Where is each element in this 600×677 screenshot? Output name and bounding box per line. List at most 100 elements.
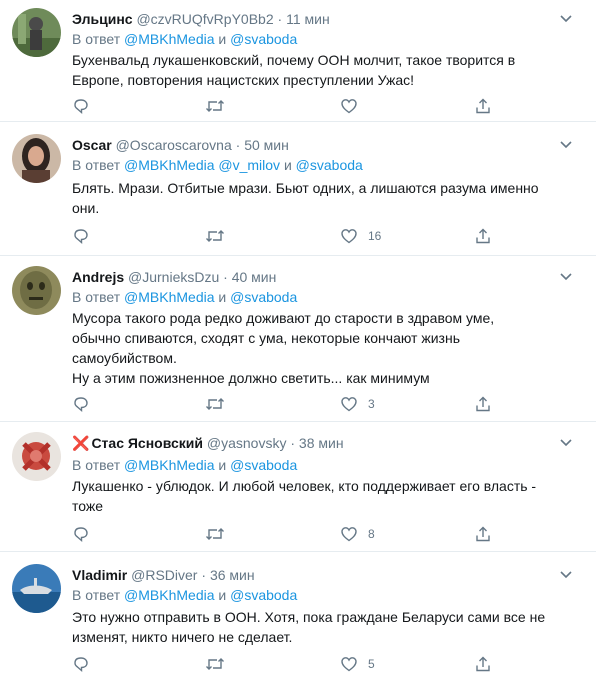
- tweet[interactable]: Эльцинс @czvRUQfvRpY0Bb2 · 11 мин В отве…: [0, 0, 596, 122]
- reply-prefix: В ответ: [72, 457, 121, 473]
- mention-link[interactable]: @MBKhMedia: [124, 157, 214, 173]
- timestamp[interactable]: 50 мин: [244, 137, 289, 153]
- timestamp[interactable]: 40 мин: [232, 269, 277, 285]
- reply-button[interactable]: [72, 226, 90, 246]
- retweet-button[interactable]: [205, 524, 225, 544]
- chevron-down-icon[interactable]: [558, 435, 574, 451]
- tweet[interactable]: Oscar @Oscaroscarovna · 50 мин В ответ @…: [0, 122, 596, 256]
- like-count: 16: [368, 229, 382, 243]
- timestamp[interactable]: 38 мин: [299, 435, 344, 451]
- tweet-header: ❌ Стас Ясновский @yasnovsky · 38 мин: [72, 434, 596, 452]
- chevron-down-icon[interactable]: [558, 11, 574, 27]
- user-name[interactable]: Стас Ясновский: [91, 435, 203, 451]
- share-icon: [476, 396, 490, 412]
- tweet-feed: Эльцинс @czvRUQfvRpY0Bb2 · 11 мин В отве…: [0, 0, 600, 677]
- retweet-icon: [206, 528, 224, 540]
- avatar[interactable]: [12, 8, 61, 57]
- reply-button[interactable]: [72, 654, 90, 674]
- user-handle[interactable]: @Oscaroscarovna: [116, 137, 232, 153]
- tweet-actions: 8: [72, 524, 512, 544]
- like-button[interactable]: 5: [340, 654, 375, 674]
- reply-icon: [74, 527, 88, 543]
- mention-link[interactable]: @svaboda: [230, 457, 297, 473]
- tweet-text-line: они.: [72, 200, 100, 216]
- share-button[interactable]: [474, 654, 492, 674]
- reply-icon: [74, 397, 88, 413]
- mention-link[interactable]: @svaboda: [230, 289, 297, 305]
- user-handle[interactable]: @JurnieksDzu: [128, 269, 219, 285]
- tweet[interactable]: ❌ Стас Ясновский @yasnovsky · 38 мин В от…: [0, 422, 596, 552]
- user-name[interactable]: Эльцинс: [72, 11, 133, 27]
- tweet-text: Мусора такого рода редко доживают до ста…: [72, 308, 584, 388]
- avatar[interactable]: [12, 564, 61, 613]
- tweet-actions: [72, 96, 512, 116]
- reply-context: В ответ @MBKhMedia @v_milov и @svaboda: [72, 156, 363, 174]
- separator: ·: [235, 137, 241, 153]
- chevron-down-icon[interactable]: [558, 269, 574, 285]
- retweet-button[interactable]: [205, 394, 225, 414]
- reply-conjunction: и: [218, 289, 227, 305]
- reply-context: В ответ @MBKhMedia и @svaboda: [72, 288, 297, 306]
- tweet-header: Эльцинс @czvRUQfvRpY0Bb2 · 11 мин: [72, 10, 596, 28]
- tweet[interactable]: Vladimir @RSDiver · 36 мин В ответ @MBKh…: [0, 552, 596, 677]
- user-handle[interactable]: @czvRUQfvRpY0Bb2: [136, 11, 273, 27]
- separator: ·: [290, 435, 296, 451]
- like-icon: [341, 397, 357, 412]
- tweet-text-line: тоже: [72, 498, 104, 514]
- retweet-icon: [206, 658, 224, 670]
- tweet-text-line: Европе, повторения нацистских преступлен…: [72, 72, 415, 88]
- user-handle[interactable]: @RSDiver: [131, 567, 197, 583]
- user-handle[interactable]: @yasnovsky: [207, 435, 287, 451]
- share-button[interactable]: [474, 394, 492, 414]
- reply-context: В ответ @MBKhMedia и @svaboda: [72, 586, 297, 604]
- tweet-text-line: Блять. Мрази. Отбитые мрази. Бьют одних,…: [72, 180, 539, 196]
- tweet[interactable]: Andrejs @JurnieksDzu · 40 мин В ответ @M…: [0, 256, 596, 422]
- reply-icon: [74, 229, 88, 245]
- like-button[interactable]: [340, 96, 368, 116]
- avatar[interactable]: [12, 266, 61, 315]
- like-icon: [341, 527, 357, 542]
- like-count: 8: [368, 527, 375, 541]
- timestamp[interactable]: 11 мин: [286, 11, 330, 27]
- reply-button[interactable]: [72, 394, 90, 414]
- retweet-icon: [206, 398, 224, 410]
- like-icon: [341, 657, 357, 672]
- retweet-button[interactable]: [205, 96, 225, 116]
- mention-link[interactable]: @MBKhMedia: [124, 587, 214, 603]
- reply-button[interactable]: [72, 96, 90, 116]
- share-button[interactable]: [474, 96, 492, 116]
- mention-link[interactable]: @MBKhMedia: [124, 457, 214, 473]
- chevron-down-icon[interactable]: [558, 567, 574, 583]
- mention-link[interactable]: @svaboda: [230, 587, 297, 603]
- reply-button[interactable]: [72, 524, 90, 544]
- reply-conjunction: и: [218, 31, 227, 47]
- tweet-text-line: Ну а этим пожизненное должно светить... …: [72, 370, 430, 386]
- mention-link[interactable]: @svaboda: [296, 157, 363, 173]
- chevron-down-icon[interactable]: [558, 137, 574, 153]
- tweet-header: Oscar @Oscaroscarovna · 50 мин: [72, 136, 596, 154]
- mention-link[interactable]: @svaboda: [230, 31, 297, 47]
- reply-prefix: В ответ: [72, 289, 121, 305]
- share-button[interactable]: [474, 524, 492, 544]
- retweet-button[interactable]: [205, 226, 225, 246]
- separator: ·: [201, 567, 207, 583]
- avatar[interactable]: [12, 432, 61, 481]
- like-button[interactable]: 16: [340, 226, 381, 246]
- share-button[interactable]: [474, 226, 492, 246]
- like-button[interactable]: 8: [340, 524, 375, 544]
- reply-prefix: В ответ: [72, 587, 121, 603]
- mention-link[interactable]: @MBKhMedia: [124, 289, 214, 305]
- mention-link[interactable]: @v_milov: [218, 157, 280, 173]
- mention-link[interactable]: @MBKhMedia: [124, 31, 214, 47]
- like-count: 5: [368, 657, 375, 671]
- user-name[interactable]: Andrejs: [72, 269, 124, 285]
- user-name[interactable]: Oscar: [72, 137, 112, 153]
- retweet-button[interactable]: [205, 654, 225, 674]
- reply-conjunction: и: [218, 457, 227, 473]
- avatar[interactable]: [12, 134, 61, 183]
- like-button[interactable]: 3: [340, 394, 375, 414]
- user-name[interactable]: Vladimir: [72, 567, 127, 583]
- tweet-header: Vladimir @RSDiver · 36 мин: [72, 566, 596, 584]
- timestamp[interactable]: 36 мин: [210, 567, 255, 583]
- tweet-text-line: самоубийством.: [72, 350, 177, 366]
